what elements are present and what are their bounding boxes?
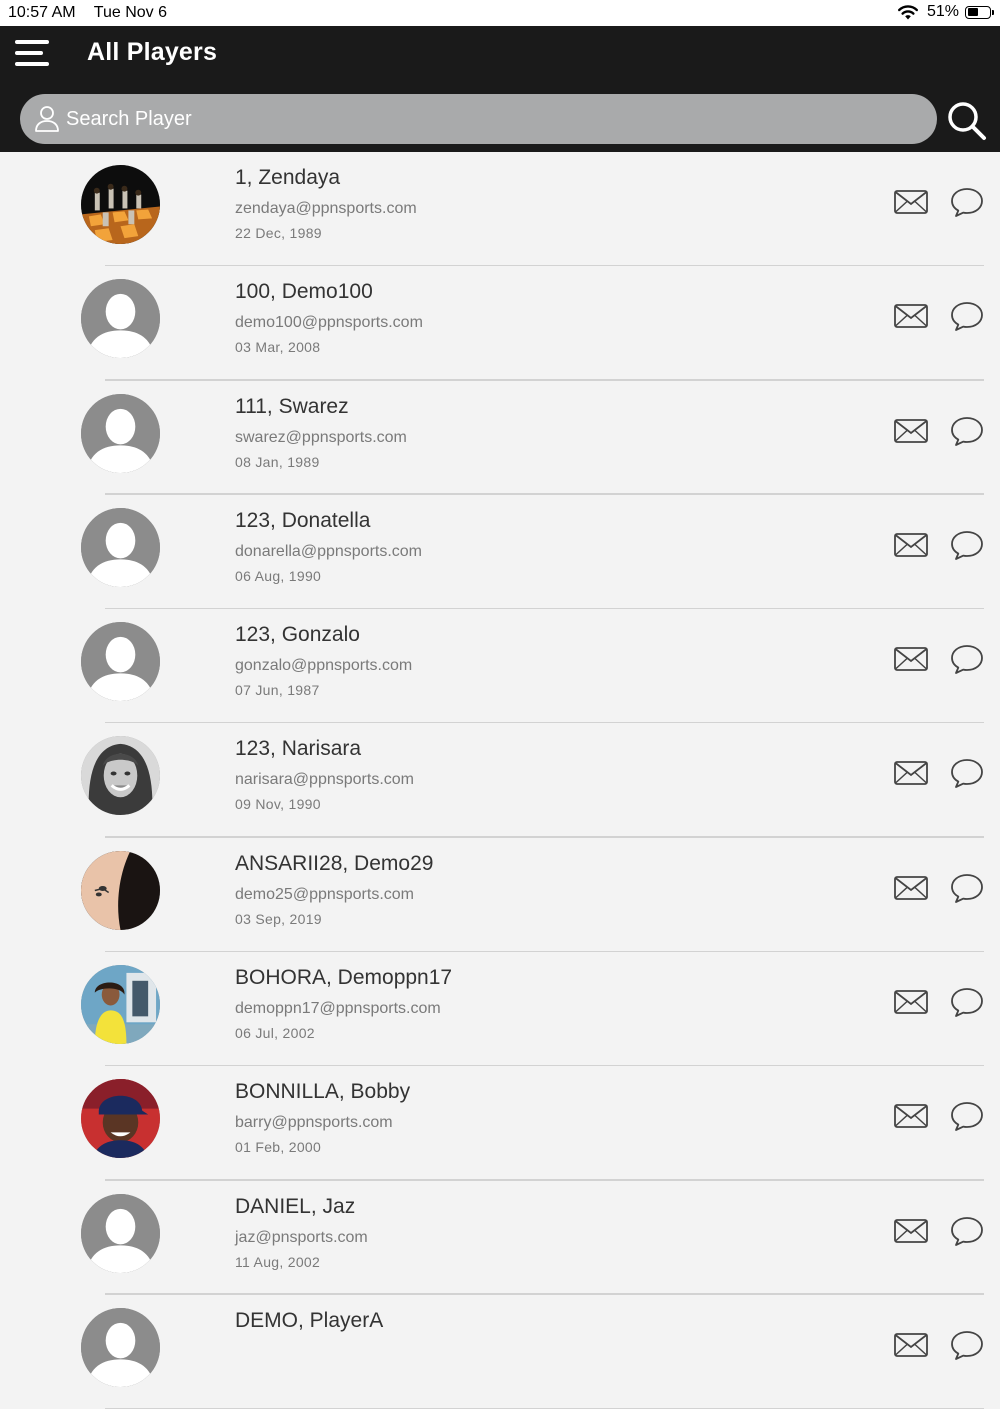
app-header: All Players	[0, 26, 1000, 152]
status-date: Tue Nov 6	[93, 4, 167, 21]
player-name: ANSARII28, Demo29	[235, 851, 434, 875]
search-icon[interactable]	[946, 100, 988, 142]
player-row[interactable]: BONNILLA, Bobby barry@ppnsports.com 01 F…	[0, 1066, 1000, 1181]
player-list: 1, Zendaya zendaya@ppnsports.com 22 Dec,…	[0, 152, 1000, 1409]
player-row[interactable]: 123, Narisara narisara@ppnsports.com 09 …	[0, 723, 1000, 838]
avatar[interactable]	[81, 1307, 160, 1387]
chat-bubble-icon[interactable]	[950, 757, 984, 789]
player-name: BOHORA, Demoppn17	[235, 966, 453, 990]
chat-bubble-icon[interactable]	[950, 529, 984, 561]
battery-icon	[965, 5, 994, 19]
page-title: All Players	[87, 38, 218, 66]
status-bar: 10:57 AM Tue Nov 6 51%	[0, 0, 1000, 26]
player-birthdate: 09 Nov, 1990	[235, 796, 321, 813]
player-birthdate: 08 Jan, 1989	[235, 453, 320, 470]
player-birthdate: 07 Jun, 1987	[235, 682, 320, 699]
chat-bubble-icon[interactable]	[950, 1100, 984, 1132]
player-email: demoppn17@ppnsports.com	[235, 1000, 441, 1018]
avatar[interactable]	[81, 165, 160, 244]
chat-bubble-icon[interactable]	[950, 986, 984, 1018]
player-row[interactable]: DEMO, PlayerA	[0, 1295, 1000, 1409]
chat-bubble-icon[interactable]	[950, 186, 984, 218]
player-row[interactable]: 100, Demo100 demo100@ppnsports.com 03 Ma…	[0, 266, 1000, 381]
avatar[interactable]	[81, 393, 160, 473]
player-row[interactable]: BOHORA, Demoppn17 demoppn17@ppnsports.co…	[0, 952, 1000, 1067]
avatar[interactable]	[81, 965, 160, 1045]
player-email: jaz@pnsports.com	[235, 1228, 368, 1246]
player-row[interactable]: ANSARII28, Demo29 demo25@ppnsports.com 0…	[0, 838, 1000, 953]
hamburger-menu-icon[interactable]	[15, 38, 51, 68]
player-name: 111, Swarez	[235, 394, 349, 418]
player-email: zendaya@ppnsports.com	[235, 200, 417, 217]
avatar[interactable]	[81, 1079, 160, 1159]
email-icon[interactable]	[894, 1333, 928, 1357]
chat-bubble-icon[interactable]	[950, 1215, 984, 1247]
player-birthdate: 01 Feb, 2000	[235, 1139, 322, 1156]
chat-bubble-icon[interactable]	[950, 300, 984, 332]
player-row[interactable]: 123, Donatella donarella@ppnsports.com 0…	[0, 495, 1000, 610]
status-time: 10:57 AM	[8, 4, 76, 21]
player-name: 123, Narisara	[235, 737, 362, 761]
player-birthdate: 22 Dec, 1989	[235, 225, 322, 241]
chat-bubble-icon[interactable]	[950, 415, 984, 447]
player-birthdate: 11 Aug, 2002	[235, 1253, 321, 1270]
avatar[interactable]	[81, 1193, 160, 1273]
chat-bubble-icon[interactable]	[950, 643, 984, 675]
player-row[interactable]: 1, Zendaya zendaya@ppnsports.com 22 Dec,…	[0, 152, 1000, 267]
player-name: 123, Donatella	[235, 508, 371, 532]
player-birthdate: 03 Sep, 2019	[235, 910, 322, 927]
player-birthdate: 06 Jul, 2002	[235, 1025, 315, 1042]
player-email: swarez@ppnsports.com	[235, 428, 407, 446]
avatar[interactable]	[81, 736, 160, 816]
player-email: demo100@ppnsports.com	[235, 314, 423, 332]
email-icon[interactable]	[894, 647, 928, 672]
player-birthdate: 03 Mar, 2008	[235, 339, 321, 356]
player-name: BONNILLA, Bobby	[235, 1080, 411, 1104]
player-email: barry@ppnsports.com	[235, 1114, 393, 1132]
avatar[interactable]	[81, 622, 160, 702]
search-input[interactable]	[66, 94, 916, 144]
email-icon[interactable]	[894, 875, 928, 900]
email-icon[interactable]	[894, 1218, 928, 1243]
player-row[interactable]: 111, Swarez swarez@ppnsports.com 08 Jan,…	[0, 381, 1000, 495]
player-row[interactable]: 123, Gonzalo gonzalo@ppnsports.com 07 Ju…	[0, 609, 1000, 724]
player-name: 1, Zendaya	[235, 166, 341, 189]
player-row[interactable]: DANIEL, Jaz jaz@pnsports.com 11 Aug, 200…	[0, 1181, 1000, 1295]
player-email: donarella@ppnsports.com	[235, 542, 423, 560]
battery-percentage: 51%	[926, 3, 959, 20]
player-name: DANIEL, Jaz	[235, 1194, 356, 1218]
email-icon[interactable]	[894, 190, 928, 214]
email-icon[interactable]	[894, 532, 928, 557]
avatar[interactable]	[81, 507, 160, 587]
user-icon	[35, 106, 59, 132]
email-icon[interactable]	[894, 990, 928, 1014]
player-email: narisara@ppnsports.com	[235, 771, 414, 789]
search-bar[interactable]	[20, 94, 937, 144]
player-name: 123, Gonzalo	[235, 623, 360, 647]
player-name: 100, Demo100	[235, 280, 373, 304]
email-icon[interactable]	[894, 1104, 928, 1129]
avatar[interactable]	[81, 279, 160, 359]
player-birthdate: 06 Aug, 1990	[235, 567, 322, 584]
email-icon[interactable]	[894, 418, 928, 443]
player-name: DEMO, PlayerA	[235, 1308, 384, 1332]
player-email: gonzalo@ppnsports.com	[235, 657, 413, 675]
wifi-icon	[897, 5, 918, 20]
player-email: demo25@ppnsports.com	[235, 885, 414, 903]
email-icon[interactable]	[894, 761, 928, 786]
chat-bubble-icon[interactable]	[950, 872, 984, 904]
email-icon[interactable]	[894, 304, 928, 329]
avatar[interactable]	[81, 850, 160, 930]
